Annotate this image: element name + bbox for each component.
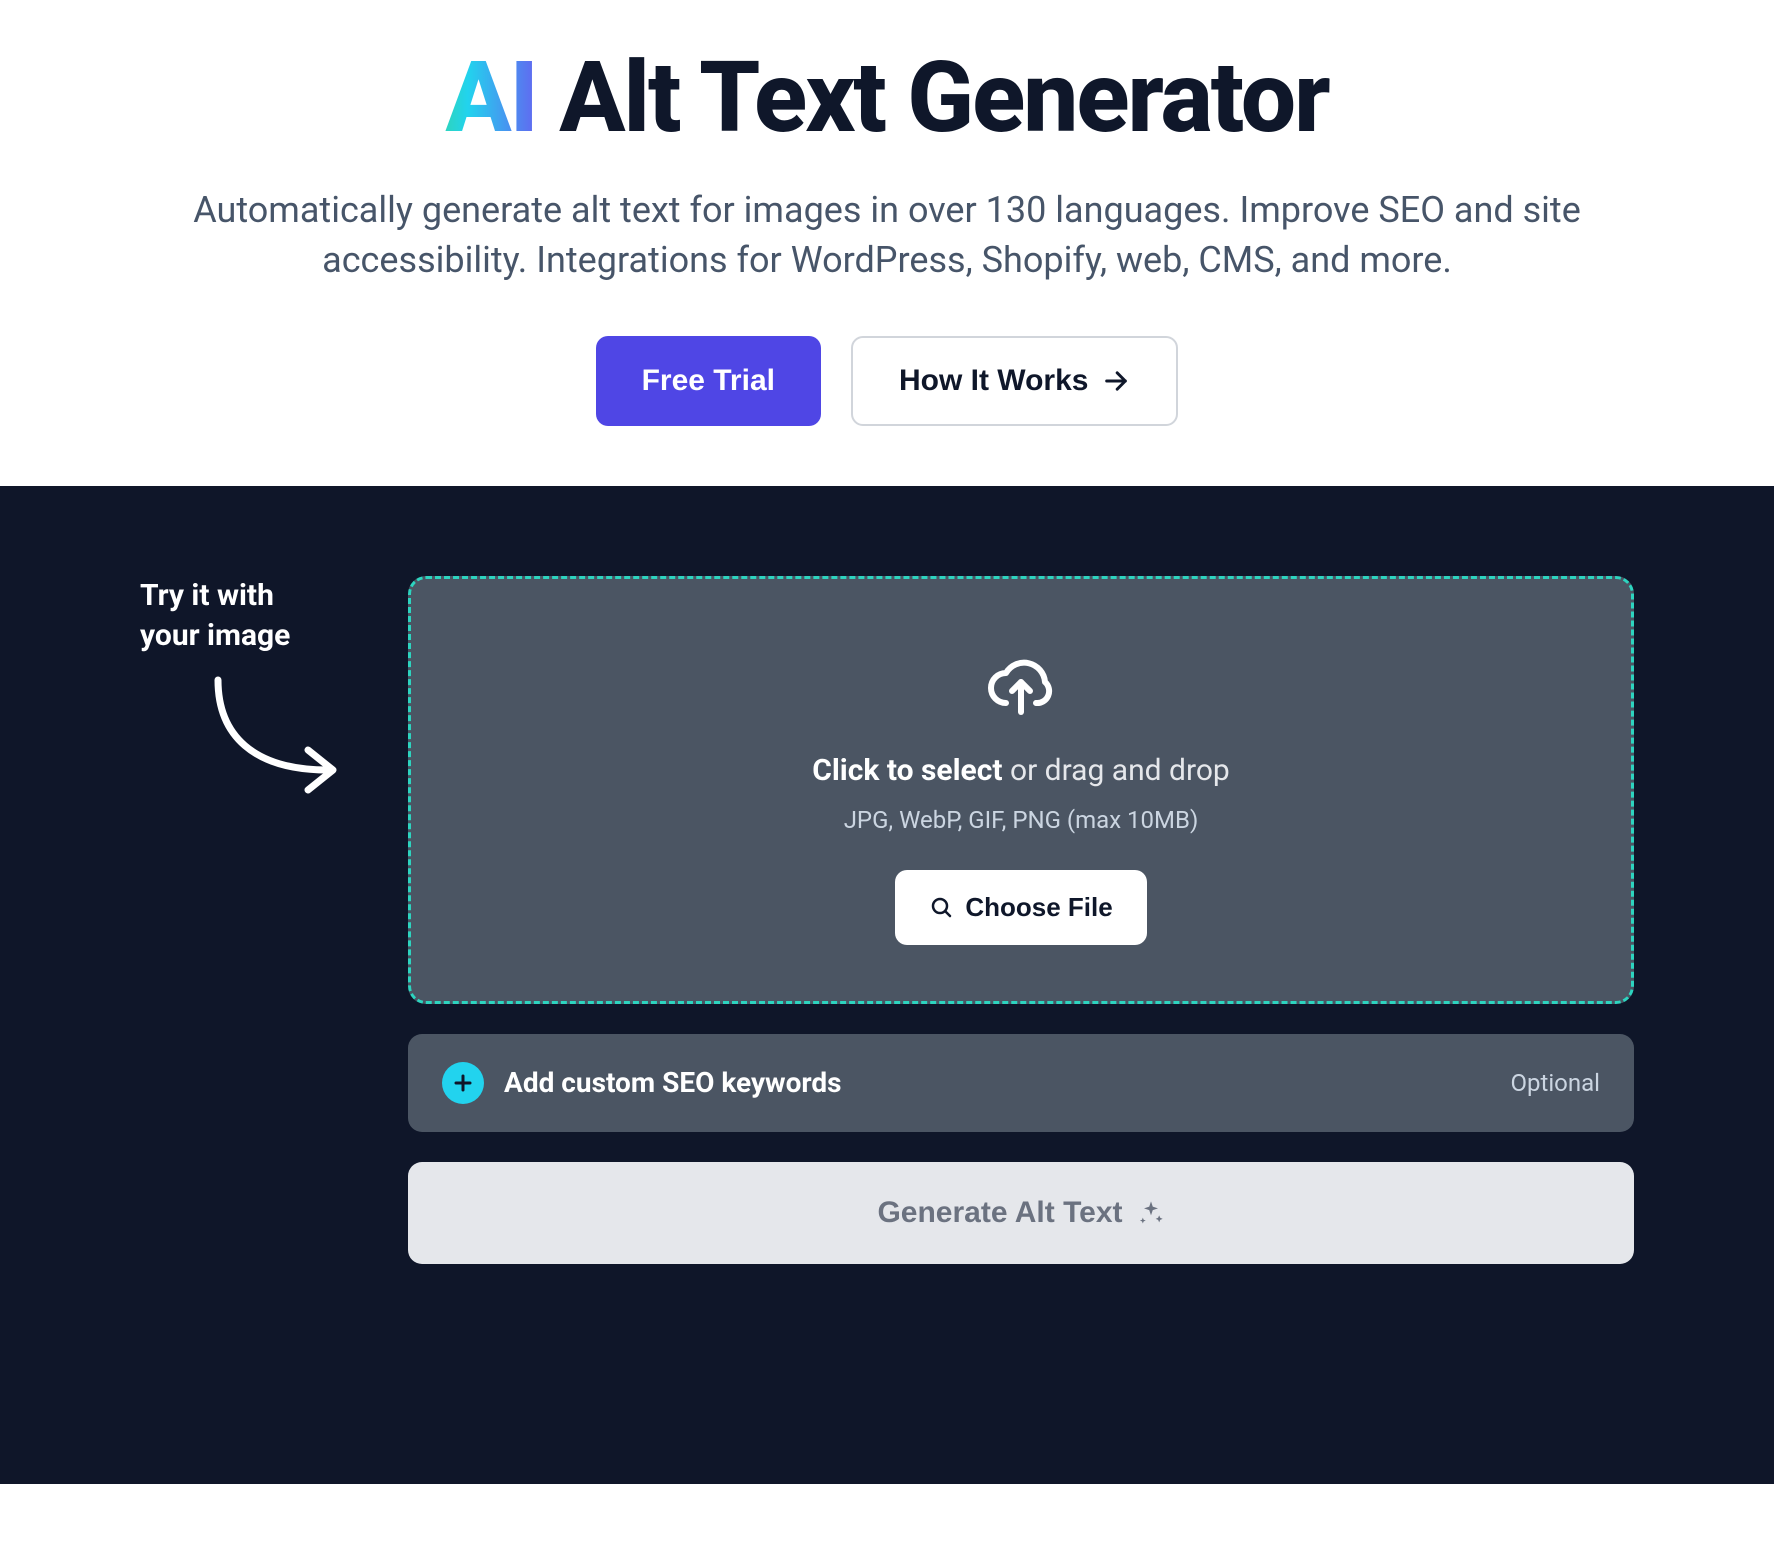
hint-column: Try it withyour image	[140, 576, 360, 799]
how-it-works-button[interactable]: How It Works	[851, 336, 1178, 426]
seo-keywords-toggle[interactable]: Add custom SEO keywords Optional	[408, 1034, 1634, 1132]
upload-section: Try it withyour image Click to sele	[0, 486, 1774, 1484]
title-rest: Alt Text Generator	[537, 40, 1329, 155]
hint-text: Try it withyour image	[140, 576, 360, 657]
page-subtitle: Automatically generate alt text for imag…	[117, 185, 1657, 286]
generate-alt-text-button[interactable]: Generate Alt Text	[408, 1162, 1634, 1264]
main-column: Click to select or drag and drop JPG, We…	[408, 576, 1634, 1264]
hero-section: AI Alt Text Generator Automatically gene…	[0, 0, 1774, 486]
page-title: AI Alt Text Generator	[80, 40, 1694, 155]
free-trial-button[interactable]: Free Trial	[596, 336, 821, 426]
search-icon	[929, 895, 953, 919]
choose-file-button[interactable]: Choose File	[895, 870, 1146, 945]
plus-circle-icon	[442, 1062, 484, 1104]
dropzone-instruction: Click to select or drag and drop	[451, 753, 1591, 788]
file-dropzone[interactable]: Click to select or drag and drop JPG, We…	[408, 576, 1634, 1004]
arrow-right-icon	[1102, 367, 1130, 395]
sparkles-icon	[1137, 1199, 1165, 1227]
optional-badge: Optional	[1510, 1069, 1600, 1097]
cloud-upload-icon	[451, 649, 1591, 725]
cta-row: Free Trial How It Works	[80, 336, 1694, 426]
dropzone-formats: JPG, WebP, GIF, PNG (max 10MB)	[451, 806, 1591, 834]
seo-keywords-label: Add custom SEO keywords	[504, 1066, 1490, 1099]
title-ai-gradient: AI	[445, 40, 536, 155]
curved-arrow-icon	[208, 675, 360, 799]
